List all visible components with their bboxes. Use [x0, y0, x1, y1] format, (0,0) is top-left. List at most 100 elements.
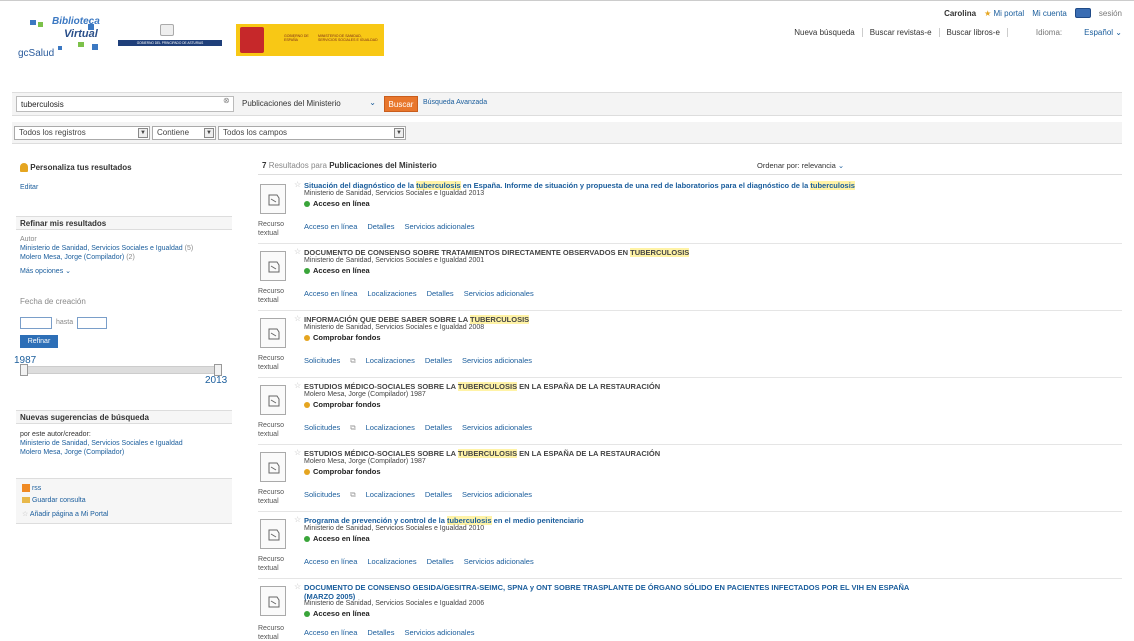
result-action-link[interactable]: Servicios adicionales — [462, 490, 532, 500]
person-icon — [20, 163, 28, 173]
result-actions: Acceso en línea Detalles Servicios adicion… — [304, 222, 475, 231]
advanced-search-link[interactable]: Búsqueda Avanzada — [423, 99, 487, 106]
result-action-link[interactable]: Solicitudes — [304, 490, 340, 500]
document-thumbnail[interactable] — [260, 251, 286, 281]
result-action-link[interactable]: Solicitudes — [304, 356, 340, 366]
result-action-link[interactable]: Acceso en línea — [304, 628, 357, 637]
result-actions: Acceso en línea Localizaciones Detalles Ser… — [304, 289, 534, 298]
add-portal-link[interactable]: ☆ Añadir página a Mi Portal — [22, 510, 108, 518]
result-action-link[interactable]: Detalles — [367, 628, 394, 637]
fields-select[interactable]: Todos los campos ▼ — [218, 126, 406, 140]
resource-type: Recurso textual — [258, 355, 285, 371]
edit-link[interactable]: Editar — [20, 184, 38, 191]
suggest-author-link[interactable]: Molero Mesa, Jorge (Compilador) — [20, 449, 124, 456]
my-portal-link[interactable]: Mi portal — [994, 9, 1025, 18]
result-action-link[interactable]: Localizaciones — [366, 423, 415, 433]
result-action-link[interactable]: Servicios adicionales — [404, 628, 474, 637]
result-action-link[interactable]: Localizaciones — [367, 557, 416, 566]
document-icon — [268, 328, 280, 340]
star-icon[interactable]: ☆ — [294, 247, 301, 256]
refine-title: Refinar mis resultados — [20, 219, 107, 228]
save-query-link[interactable]: Guardar consulta — [22, 497, 86, 504]
date-from-input[interactable] — [20, 317, 52, 329]
result-action-link[interactable]: Detalles — [425, 490, 452, 500]
result-action-link[interactable]: Localizaciones — [366, 490, 415, 500]
result-action-link[interactable]: Detalles — [425, 423, 452, 433]
personalize-header: Personaliza tus resultados — [20, 163, 132, 173]
operator-select[interactable]: Contiene ▼ — [152, 126, 216, 140]
language-label: Idioma: — [1035, 28, 1063, 37]
star-icon[interactable]: ☆ — [294, 314, 301, 323]
slider-handle-min[interactable] — [20, 364, 28, 376]
result-actions: Solicitudes ⧉ Localizaciones Detalles Servi… — [304, 490, 532, 500]
refine-button[interactable]: Refinar — [20, 335, 58, 348]
result-title[interactable]: Programa de prevención y control de la t… — [304, 516, 934, 525]
session-link[interactable]: sesión — [1099, 9, 1122, 18]
document-icon — [268, 395, 280, 407]
result-title[interactable]: DOCUMENTO DE CONSENSO GESIDA/GESITRA-SEI… — [304, 583, 924, 601]
result-item: Recurso textual ☆ INFORMACIÓN QUE DEBE S… — [258, 312, 1122, 378]
search-scope-select[interactable]: Publicaciones del Ministerio ⌄ — [238, 96, 380, 112]
language-select[interactable]: Español ⌄ — [1084, 28, 1122, 37]
document-thumbnail[interactable] — [260, 519, 286, 549]
sort-control[interactable]: Ordenar por: relevancia ⌄ — [757, 161, 844, 170]
result-action-link[interactable]: Detalles — [425, 356, 452, 366]
search-journals-link[interactable]: Buscar revistas-e — [870, 28, 932, 37]
document-thumbnail[interactable] — [260, 452, 286, 482]
result-action-link[interactable]: Servicios adicionales — [462, 423, 532, 433]
result-title[interactable]: ESTUDIOS MÉDICO-SOCIALES SOBRE LA TUBERC… — [304, 449, 934, 458]
star-icon[interactable]: ☆ — [294, 180, 301, 189]
document-thumbnail[interactable] — [260, 184, 286, 214]
user-bar: Carolina ★ Mi portal Mi cuenta sesión — [944, 8, 1122, 18]
document-thumbnail[interactable] — [260, 318, 286, 348]
result-item: Recurso textual ☆ ESTUDIOS MÉDICO-SOCIAL… — [258, 446, 1122, 512]
my-account-link[interactable]: Mi cuenta — [1032, 9, 1067, 18]
result-action-link[interactable]: Detalles — [367, 222, 394, 231]
status-dot-icon — [304, 611, 310, 618]
star-icon[interactable]: ☆ — [294, 448, 301, 457]
result-action-link[interactable]: Servicios adicionales — [464, 289, 534, 298]
result-action-link[interactable]: Detalles — [427, 557, 454, 566]
star-icon[interactable]: ☆ — [294, 582, 301, 591]
document-icon — [268, 529, 280, 541]
records-select[interactable]: Todos los registros ▼ — [14, 126, 150, 140]
result-action-link[interactable]: Acceso en línea — [304, 289, 357, 298]
biblioteca-virtual-logo[interactable]: Biblioteca Virtual gcSalud — [18, 16, 108, 62]
search-button[interactable]: Buscar — [384, 96, 418, 112]
result-action-link[interactable]: Acceso en línea — [304, 557, 357, 566]
result-action-link[interactable]: Acceso en línea — [304, 222, 357, 231]
result-action-link[interactable]: Servicios adicionales — [462, 356, 532, 366]
result-title[interactable]: DOCUMENTO DE CONSENSO SOBRE TRATAMIENTOS… — [304, 248, 934, 257]
author-facet[interactable]: Ministerio de Sanidad, Servicios Sociale… — [20, 245, 193, 252]
result-title[interactable]: ESTUDIOS MÉDICO-SOCIALES SOBRE LA TUBERC… — [304, 382, 934, 391]
result-title[interactable]: INFORMACIÓN QUE DEBE SABER SOBRE LA TUBE… — [304, 315, 934, 324]
star-icon[interactable]: ☆ — [294, 515, 301, 524]
result-action-link[interactable]: Servicios adicionales — [404, 222, 474, 231]
document-thumbnail[interactable] — [260, 586, 286, 616]
author-facet[interactable]: Molero Mesa, Jorge (Compilador) (2) — [20, 254, 135, 261]
clear-icon[interactable]: ⊗ — [223, 96, 230, 105]
year-slider[interactable] — [22, 366, 220, 374]
result-title[interactable]: Situación del diagnóstico de la tubercul… — [304, 181, 934, 190]
result-action-link[interactable]: Servicios adicionales — [464, 557, 534, 566]
search-input[interactable] — [16, 96, 234, 112]
username[interactable]: Carolina — [944, 9, 976, 18]
suggest-author-link[interactable]: Ministerio de Sanidad, Servicios Sociale… — [20, 440, 183, 447]
search-books-link[interactable]: Buscar libros-e — [947, 28, 1000, 37]
result-item: Recurso textual ☆ Situación del diagnóst… — [258, 178, 1122, 244]
new-search-link[interactable]: Nueva búsqueda — [794, 28, 855, 37]
document-icon — [268, 194, 280, 206]
star-icon[interactable]: ☆ — [294, 381, 301, 390]
date-to-input[interactable] — [77, 317, 107, 329]
nav-links: Nueva búsqueda Buscar revistas-e Buscar … — [794, 28, 1122, 37]
status-dot-icon — [304, 201, 310, 208]
result-action-link[interactable]: Localizaciones — [367, 289, 416, 298]
rss-link[interactable]: rss — [22, 484, 41, 492]
result-action-link[interactable]: Solicitudes — [304, 423, 340, 433]
document-thumbnail[interactable] — [260, 385, 286, 415]
result-action-link[interactable]: Detalles — [427, 289, 454, 298]
result-action-link[interactable]: Localizaciones — [366, 356, 415, 366]
lightbox-icon[interactable] — [1074, 8, 1091, 18]
document-icon — [268, 462, 280, 474]
more-options-link[interactable]: Más opciones ⌄ — [20, 267, 71, 275]
